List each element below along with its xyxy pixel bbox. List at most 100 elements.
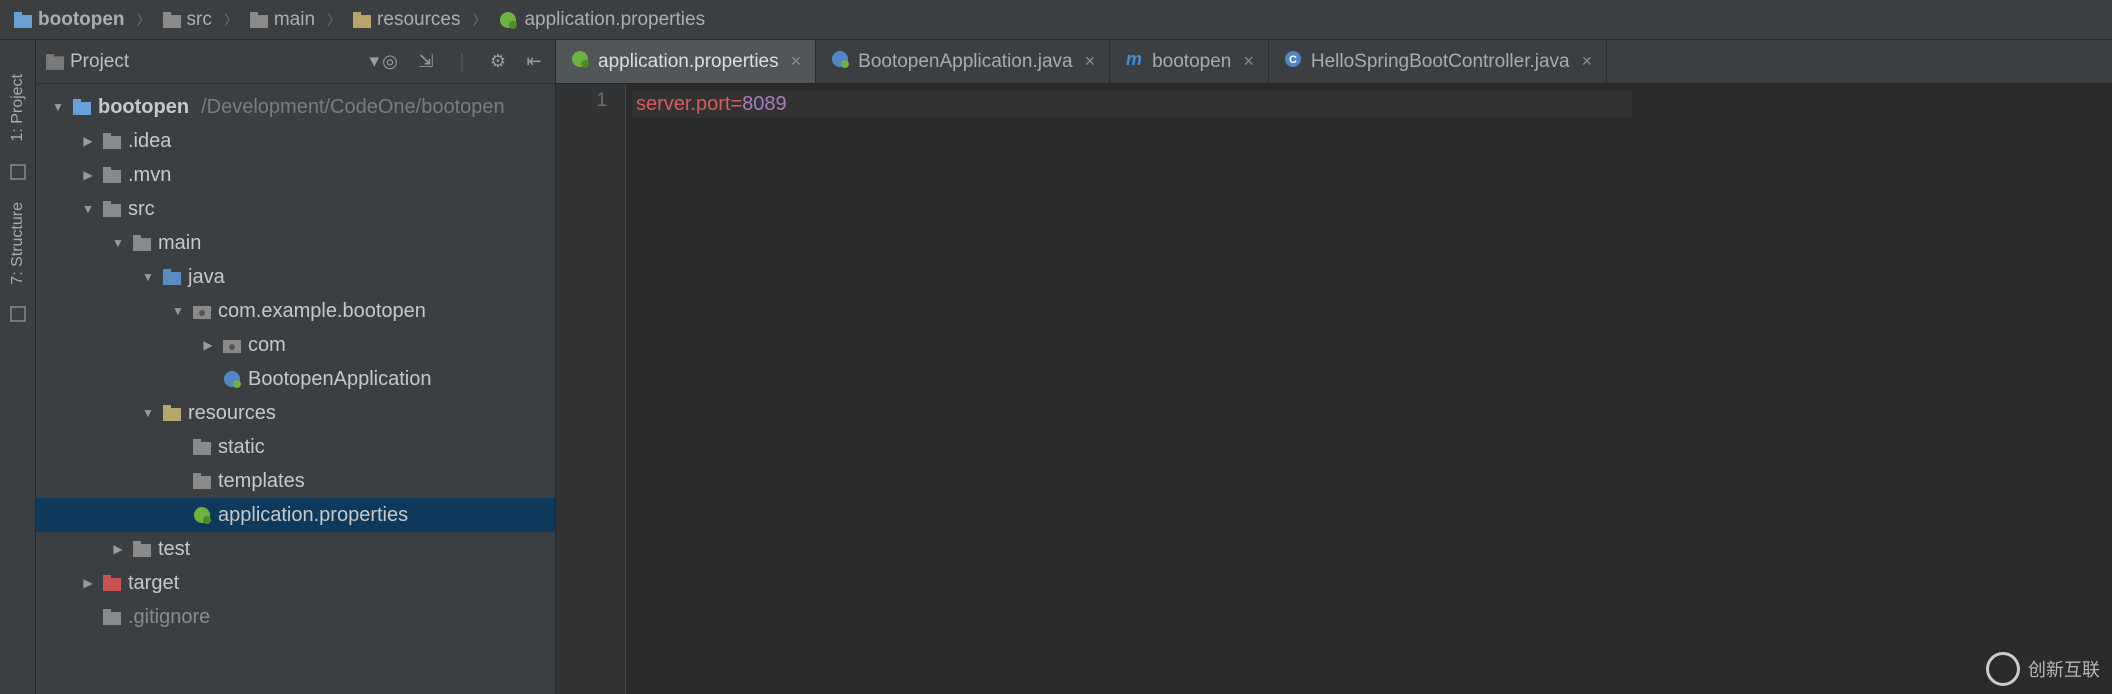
tree-arrow-icon[interactable]: ▼: [140, 406, 156, 420]
breadcrumb-item[interactable]: bootopen: [8, 7, 131, 33]
tree-row[interactable]: ▶target: [36, 566, 555, 600]
hide-icon[interactable]: ⇤: [523, 51, 545, 73]
code-line[interactable]: server.port=8089: [632, 90, 1632, 118]
spring-class-icon: [830, 49, 850, 75]
tree-label: .idea: [128, 130, 171, 153]
project-tree[interactable]: ▼ bootopen/Development/CodeOne/bootopen ▶.…: [36, 84, 555, 694]
tree-label: templates: [218, 470, 305, 493]
close-icon[interactable]: ×: [791, 51, 802, 72]
tree-row[interactable]: ▼ com.example.bootopen: [36, 294, 555, 328]
close-icon[interactable]: ×: [1243, 51, 1254, 72]
excluded-icon: [102, 575, 122, 591]
resources-icon: [162, 405, 182, 421]
breadcrumb-item[interactable]: src: [157, 7, 218, 33]
breadcrumb-item[interactable]: resources: [347, 7, 466, 33]
tree-row[interactable]: ▼ bootopen/Development/CodeOne/bootopen: [36, 90, 555, 124]
tree-row[interactable]: ▼ java: [36, 260, 555, 294]
folder-icon: [192, 473, 212, 489]
watermark: 创新互联: [1986, 652, 2100, 686]
tree-row[interactable]: BootopenApplication: [36, 362, 555, 396]
sidebar-header: Project ▾ ◎ ⇲ | ⚙ ⇤: [36, 40, 555, 84]
collapse-icon[interactable]: ⇲: [415, 51, 437, 73]
main-layout: 1: Project 7: Structure Project ▾ ◎ ⇲ | ⚙…: [0, 40, 2112, 694]
tab-label: BootopenApplication.java: [858, 51, 1072, 73]
tree-arrow-icon[interactable]: ▶: [80, 576, 96, 590]
locate-icon[interactable]: ◎: [379, 51, 401, 73]
svg-text:C: C: [1289, 54, 1297, 66]
tree-row[interactable]: templates: [36, 464, 555, 498]
tree-label: com: [248, 334, 286, 357]
tree-row[interactable]: ▶ .idea: [36, 124, 555, 158]
tree-arrow-icon[interactable]: ▶: [200, 338, 216, 352]
project-icon: [46, 54, 64, 70]
spring-class-icon: [222, 369, 242, 389]
line-gutter: 1: [556, 84, 626, 694]
tree-row[interactable]: ▼src: [36, 192, 555, 226]
watermark-text: 创新互联: [2028, 656, 2100, 682]
tree-label: BootopenApplication: [248, 368, 431, 391]
class-icon: C: [1283, 49, 1303, 75]
tree-row[interactable]: ▶ .mvn: [36, 158, 555, 192]
sidebar-title-dropdown[interactable]: Project ▾: [46, 50, 379, 73]
chevron-right-icon: 〉: [135, 10, 153, 30]
breadcrumb-label: application.properties: [524, 9, 705, 31]
tree-label: .gitignore: [128, 606, 210, 629]
spring-prop-icon: [192, 505, 212, 525]
watermark-logo-icon: [1986, 652, 2020, 686]
tree-label: .mvn: [128, 164, 171, 187]
close-icon[interactable]: ×: [1085, 51, 1096, 72]
tree-path: /Development/CodeOne/bootopen: [201, 96, 505, 119]
tree-label: resources: [188, 402, 276, 425]
editor-tab[interactable]: BootopenApplication.java ×: [816, 40, 1110, 83]
breadcrumb-label: bootopen: [38, 9, 125, 31]
folder-icon: [132, 541, 152, 557]
folder-icon: [102, 133, 122, 149]
tree-row[interactable]: ▶test: [36, 532, 555, 566]
left-tool-strip: 1: Project 7: Structure: [0, 40, 36, 694]
tool-window-tab[interactable]: 1: Project: [5, 64, 31, 152]
breadcrumb-item[interactable]: main: [244, 7, 321, 33]
sidebar-actions: ◎ ⇲ | ⚙ ⇤: [379, 51, 545, 73]
code-body[interactable]: server.port=8089: [626, 84, 1632, 694]
editor-tab[interactable]: application.properties ×: [556, 40, 816, 83]
tree-row[interactable]: .gitignore: [36, 600, 555, 634]
tree-arrow-icon[interactable]: ▼: [80, 202, 96, 216]
gear-icon[interactable]: ⚙: [487, 51, 509, 73]
folder-icon: [102, 167, 122, 183]
tool-window-tab[interactable]: 7: Structure: [5, 192, 31, 295]
tree-label: application.properties: [218, 504, 408, 527]
tree-row[interactable]: application.properties: [36, 498, 555, 532]
tree-label: com.example.bootopen: [218, 300, 426, 323]
tree-row[interactable]: ▼ resources: [36, 396, 555, 430]
spring-prop-icon: [570, 49, 590, 75]
tree-row[interactable]: ▼ main: [36, 226, 555, 260]
code-editor[interactable]: 1 server.port=8089: [556, 84, 2112, 694]
project-icon: [8, 162, 28, 182]
tree-label: bootopen: [98, 96, 189, 119]
folder-icon: [192, 439, 212, 455]
tree-arrow-icon[interactable]: ▶: [80, 168, 96, 182]
breadcrumb-item[interactable]: application.properties: [492, 7, 711, 33]
tree-arrow-icon[interactable]: ▼: [140, 270, 156, 284]
tree-label: main: [158, 232, 201, 255]
folder-icon: [132, 235, 152, 251]
project-sidebar: Project ▾ ◎ ⇲ | ⚙ ⇤ ▼ bootopen/Developmen…: [36, 40, 556, 694]
tree-row[interactable]: ▶ com: [36, 328, 555, 362]
tree-arrow-icon[interactable]: ▶: [80, 134, 96, 148]
tool-tab-label: 7: Structure: [9, 202, 27, 285]
tree-arrow-icon[interactable]: ▼: [170, 304, 186, 318]
structure-icon: [8, 304, 28, 324]
module-icon: [72, 99, 92, 115]
close-icon[interactable]: ×: [1582, 51, 1593, 72]
tree-arrow-icon[interactable]: ▶: [110, 542, 126, 556]
editor-tab[interactable]: mbootopen×: [1110, 40, 1269, 83]
tree-arrow-icon[interactable]: ▼: [110, 236, 126, 250]
breadcrumb-bar: bootopen〉src〉main〉resources〉application.…: [0, 0, 2112, 40]
tree-row[interactable]: static: [36, 430, 555, 464]
tree-label: static: [218, 436, 265, 459]
tree-label: java: [188, 266, 225, 289]
tab-label: application.properties: [598, 51, 779, 73]
editor-tab[interactable]: CHelloSpringBootController.java×: [1269, 40, 1607, 83]
chevron-right-icon: 〉: [325, 10, 343, 30]
tree-arrow-icon[interactable]: ▼: [50, 100, 66, 114]
